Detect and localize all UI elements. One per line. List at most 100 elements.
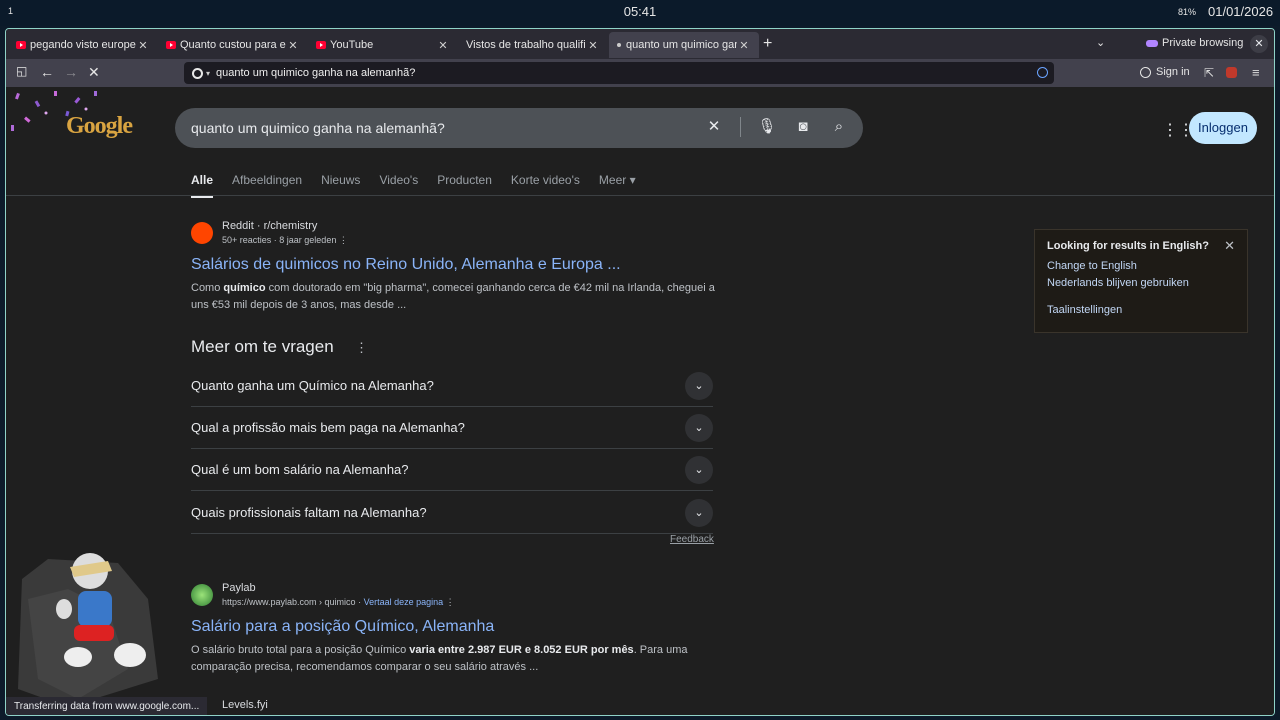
close-icon[interactable]: ✕ <box>436 39 450 52</box>
tab-vistos[interactable]: Vistos de trabalho qualificados ✕ <box>458 32 608 58</box>
paa-question[interactable]: Quanto ganha um Químico na Alemanha? ⌄ <box>191 365 713 407</box>
tab-title: Quanto custou para eu tirar <box>180 39 286 51</box>
youtube-icon <box>166 41 176 49</box>
tab-title: Vistos de trabalho qualificados <box>466 39 586 51</box>
result-url[interactable]: https://www.paylab.com › quimico <box>222 597 356 607</box>
more-options-icon[interactable]: ⋮ <box>339 235 348 245</box>
paa-question[interactable]: Qual é um bom salário na Alemanha? ⌄ <box>191 449 713 491</box>
filter-more-label: Meer <box>598 173 627 187</box>
account-icon <box>1140 66 1151 78</box>
snippet-text: com doutorado em "big pharma", comecei g… <box>191 282 715 311</box>
google-icon <box>192 67 203 79</box>
result-meta: 50+ reacties · 8 jaar geleden <box>222 235 337 245</box>
snippet-text: Como <box>191 282 224 294</box>
result-snippet: O salário bruto total para a posição Quí… <box>191 642 721 676</box>
result-site-levels[interactable]: Levels.fyi <box>222 699 268 711</box>
translate-globe-icon[interactable] <box>1037 67 1048 78</box>
private-browsing-indicator: Private browsing <box>1146 37 1243 49</box>
battery-level: 81% <box>1178 7 1197 17</box>
back-button[interactable]: ← <box>40 64 54 80</box>
youtube-icon <box>16 41 26 49</box>
paa-question-text: Quanto ganha um Químico na Alemanha? <box>191 378 434 393</box>
sign-in-label: Sign in <box>1156 66 1190 78</box>
search-icon[interactable]: ⌕ <box>829 117 849 137</box>
paa-question-text: Qual a profissão mais bem paga na Aleman… <box>191 420 465 435</box>
paa-question[interactable]: Qual a profissão mais bem paga na Aleman… <box>191 407 713 449</box>
tab-google-search[interactable]: quanto um quimico ganha na alemanhã? ✕ <box>609 32 759 58</box>
close-icon[interactable]: ✕ <box>136 39 150 52</box>
paa-question-text: Qual é um bom salário na Alemanha? <box>191 462 409 477</box>
tab-pegando-visto[interactable]: pegando visto europeu ✕ <box>8 32 158 58</box>
nav-toolbar: ◱ ← → ✕ ▾ quanto um quimico ganha na ale… <box>6 59 1274 87</box>
result-title-link[interactable]: Salários de quimicos no Reino Unido, Ale… <box>191 256 721 274</box>
private-browsing-label: Private browsing <box>1162 37 1244 49</box>
extensions-icon[interactable]: ⇱ <box>1204 66 1214 80</box>
result-site[interactable]: Reddit · r/chemistry <box>222 220 348 232</box>
feedback-link[interactable]: Feedback <box>670 534 714 545</box>
lens-camera-icon[interactable]: ◙ <box>793 117 813 137</box>
chevron-down-icon[interactable]: ⌄ <box>685 413 713 442</box>
sidebar-icon[interactable]: ◱ <box>16 64 27 78</box>
google-results-page: Google quanto um quimico ganha na aleman… <box>6 87 1274 715</box>
loading-icon <box>617 43 621 47</box>
chevron-down-icon[interactable]: ⌄ <box>685 498 713 527</box>
hamburger-menu-icon[interactable]: ≡ <box>1252 65 1260 80</box>
google-doodle-logo[interactable]: Google <box>66 113 133 140</box>
language-settings-link[interactable]: Taalinstellingen <box>1047 304 1235 316</box>
paylab-icon <box>191 584 213 606</box>
tab-strip: pegando visto europeu ✕ Quanto custou pa… <box>6 29 1274 59</box>
login-button[interactable]: Inloggen <box>1189 112 1257 144</box>
tab-list-chevron-icon[interactable]: ⌄ <box>1096 36 1105 49</box>
forward-button[interactable]: → <box>64 64 78 80</box>
search-result-reddit: Reddit · r/chemistry 50+ reacties · 8 ja… <box>191 220 721 314</box>
microphone-icon[interactable]: 🎙 <box>757 117 777 137</box>
snippet-text: O salário bruto total para a posição Quí… <box>191 644 410 656</box>
tab-youtube[interactable]: YouTube ✕ <box>308 32 458 58</box>
paa-question[interactable]: Quais profissionais faltam na Alemanha? ⌄ <box>191 492 713 534</box>
stop-loading-button[interactable]: ✕ <box>88 64 100 81</box>
paa-question-text: Quais profissionais faltam na Alemanha? <box>191 505 427 520</box>
tab-quanto-custou[interactable]: Quanto custou para eu tirar ✕ <box>158 32 308 58</box>
tab-title: quanto um quimico ganha na alemanhã? <box>626 39 737 51</box>
people-also-ask-title: Meer om te vragen <box>191 337 334 356</box>
language-box-title: Looking for results in English? <box>1047 240 1209 252</box>
address-bar-text[interactable]: quanto um quimico ganha na alemanhã? <box>216 67 415 79</box>
snippet-highlight: químico <box>223 282 266 294</box>
close-icon[interactable]: ✕ <box>286 39 300 52</box>
date: 01/01/2026 <box>1208 4 1274 19</box>
search-divider <box>740 117 741 137</box>
close-icon[interactable]: ✕ <box>586 39 600 52</box>
search-result-paylab: Paylab https://www.paylab.com › quimico … <box>191 582 721 676</box>
reddit-icon <box>191 222 213 244</box>
close-icon[interactable]: ✕ <box>737 39 751 52</box>
language-suggestion-box: Looking for results in English? ✕ Change… <box>1034 229 1248 333</box>
tab-title: YouTube <box>330 39 374 51</box>
raccoon-mascot-image <box>18 553 158 707</box>
chevron-down-icon[interactable]: ⌄ <box>685 455 713 484</box>
more-options-icon[interactable]: ⋮ <box>446 597 455 607</box>
private-mask-icon <box>1146 39 1158 47</box>
youtube-icon <box>316 41 326 49</box>
address-bar[interactable]: ▾ quanto um quimico ganha na alemanhã? <box>184 62 1054 84</box>
window-close-button[interactable]: ✕ <box>1250 35 1268 53</box>
result-snippet: Como químico com doutorado em "big pharm… <box>191 280 721 314</box>
result-site[interactable]: Paylab <box>222 582 455 594</box>
chevron-down-icon[interactable]: ⌄ <box>685 371 713 400</box>
search-input[interactable]: quanto um quimico ganha na alemanhã? <box>191 120 445 136</box>
close-icon[interactable]: ✕ <box>1224 238 1235 254</box>
snippet-highlight: varia entre 2.987 EUR e 8.052 EUR por mê… <box>409 644 634 656</box>
search-box[interactable]: quanto um quimico ganha na alemanhã? ✕ 🎙… <box>175 108 863 148</box>
sign-in-button[interactable]: Sign in <box>1140 66 1190 78</box>
chevron-down-icon[interactable]: ▾ <box>206 69 210 78</box>
tab-title: pegando visto europeu <box>30 39 136 51</box>
new-tab-button[interactable]: + <box>763 35 772 53</box>
desktop-topbar: 1 05:41 81% 01/01/2026 <box>0 0 1280 26</box>
ublock-icon[interactable] <box>1226 67 1237 78</box>
translate-link[interactable]: Vertaal deze pagina <box>364 597 444 607</box>
change-to-english-link[interactable]: Change to English <box>1047 260 1235 272</box>
keep-dutch-link[interactable]: Nederlands blijven gebruiken <box>1047 277 1235 289</box>
more-options-icon[interactable]: ⋮ <box>355 340 368 356</box>
clear-search-icon[interactable]: ✕ <box>704 117 724 137</box>
filters-divider <box>6 195 1274 196</box>
result-title-link[interactable]: Salário para a posição Químico, Alemanha <box>191 618 721 636</box>
